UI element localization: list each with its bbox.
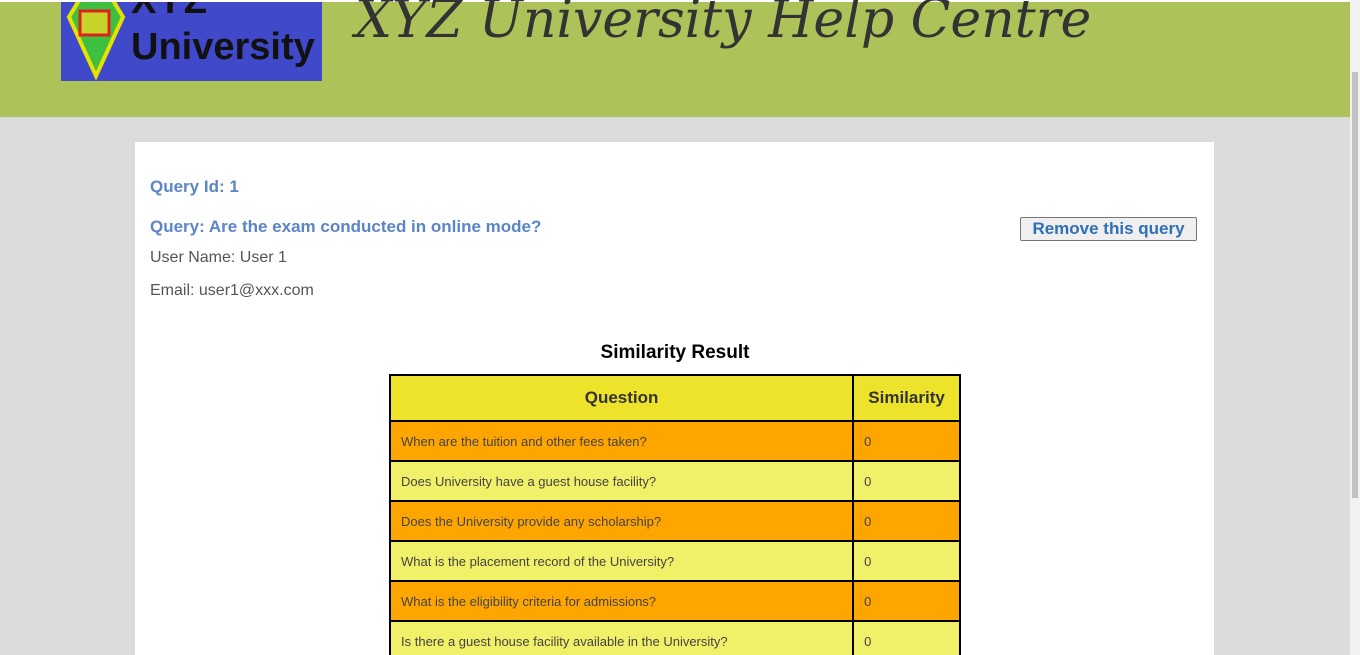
question-cell: What is the eligibility criteria for adm… xyxy=(388,580,855,622)
column-header-similarity: Similarity xyxy=(852,374,961,422)
similarity-cell: 0 xyxy=(852,540,961,582)
scrollbar-thumb[interactable] xyxy=(1352,72,1358,498)
site-header: XYZ University XYZ University Help Centr… xyxy=(0,0,1350,117)
site-title: XYZ University Help Centre xyxy=(355,0,1092,50)
university-logo[interactable]: XYZ University xyxy=(61,2,322,81)
remove-query-button[interactable]: Remove this query xyxy=(1020,217,1197,241)
page: XYZ University XYZ University Help Centr… xyxy=(0,0,1360,655)
table-row: Does the University provide any scholars… xyxy=(388,500,961,542)
table-row: Is there a guest house facility availabl… xyxy=(388,620,961,655)
user-email: Email: user1@xxx.com xyxy=(150,282,314,299)
similarity-table-title: Similarity Result xyxy=(600,342,750,363)
table-row: When are the tuition and other fees take… xyxy=(388,420,961,462)
similarity-cell: 0 xyxy=(852,460,961,502)
question-cell: Is there a guest house facility availabl… xyxy=(388,620,855,655)
query-id: Query Id: 1 xyxy=(150,177,239,196)
table-header-row: Question Similarity xyxy=(388,374,961,422)
question-cell: What is the placement record of the Univ… xyxy=(388,540,855,582)
table-row: What is the eligibility criteria for adm… xyxy=(388,580,961,622)
similarity-table: Question Similarity When are the tuition… xyxy=(388,374,961,655)
column-header-question: Question xyxy=(388,374,855,422)
table-row: Does University have a guest house facil… xyxy=(388,460,961,502)
similarity-cell: 0 xyxy=(852,420,961,462)
table-row: What is the placement record of the Univ… xyxy=(388,540,961,582)
query-card: Query Id: 1 Query: Are the exam conducte… xyxy=(135,142,1214,655)
similarity-cell: 0 xyxy=(852,620,961,655)
question-cell: Does the University provide any scholars… xyxy=(388,500,855,542)
question-cell: When are the tuition and other fees take… xyxy=(388,420,855,462)
vertical-scrollbar[interactable] xyxy=(1350,0,1360,655)
query-text: Query: Are the exam conducted in online … xyxy=(150,217,542,236)
user-name: User Name: User 1 xyxy=(150,249,287,266)
similarity-cell: 0 xyxy=(852,580,961,622)
logo-text: University xyxy=(131,26,315,68)
logo-top-text: XYZ xyxy=(131,2,208,23)
question-cell: Does University have a guest house facil… xyxy=(388,460,855,502)
similarity-cell: 0 xyxy=(852,500,961,542)
